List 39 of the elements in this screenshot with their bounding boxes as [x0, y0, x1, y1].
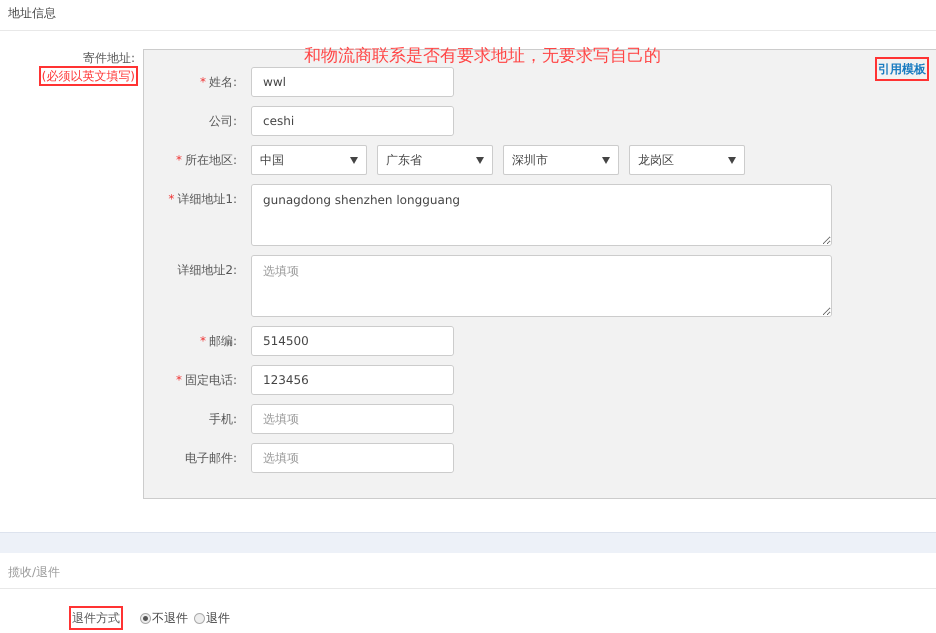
section-title: 地址信息 [8, 6, 56, 20]
hint-text: (必须以英文填写) [42, 69, 135, 83]
radio-option[interactable]: 不退件 [140, 609, 188, 627]
dropdown[interactable]: 中国 [251, 145, 367, 175]
field-label: 公司: [208, 114, 237, 128]
dropdown[interactable]: 广东省 [377, 145, 493, 175]
text-area[interactable]: gunagdong shenzhen longguang [251, 184, 832, 246]
required-mark: * [200, 75, 206, 89]
dropdown[interactable]: 龙岗区 [629, 145, 745, 175]
text-field[interactable]: ceshi [251, 106, 454, 136]
required-mark: * [168, 192, 174, 206]
field-label: 退件方式 [72, 609, 120, 627]
field-label: 详细地址2: [177, 263, 237, 277]
field-label: 固定电话: [184, 373, 237, 387]
section-title: 揽收/退件 [8, 565, 60, 579]
dropdown[interactable]: 深圳市 [503, 145, 619, 175]
text-field[interactable]: 514500 [251, 326, 454, 356]
caret-icon [602, 156, 610, 164]
text-field[interactable]: 123456 [251, 365, 454, 395]
field-label: 电子邮件: [184, 451, 237, 465]
field-label: 所在地区: [184, 153, 237, 167]
caret-icon [350, 156, 358, 164]
required-mark: * [176, 153, 182, 167]
radio-option[interactable]: 退件 [194, 609, 230, 627]
text-area[interactable]: 选填项 [251, 255, 832, 317]
required-mark: * [200, 334, 206, 348]
field-label: 寄件地址: [82, 50, 135, 67]
field-label: 邮编: [208, 334, 237, 348]
required-mark: * [176, 373, 182, 387]
text-field[interactable]: 选填项 [251, 404, 454, 434]
caret-icon [476, 156, 484, 164]
field-label: 手机: [208, 412, 237, 426]
annotation-text: 和物流商联系是否有要求地址，无要求写自己的 [304, 45, 661, 68]
template-link[interactable]: 引用模板 [878, 60, 926, 78]
text-field[interactable]: wwl [251, 67, 454, 97]
caret-icon [728, 156, 736, 164]
field-label: 姓名: [208, 75, 237, 89]
text-field[interactable]: 选填项 [251, 443, 454, 473]
field-label: 详细地址1: [177, 192, 237, 206]
